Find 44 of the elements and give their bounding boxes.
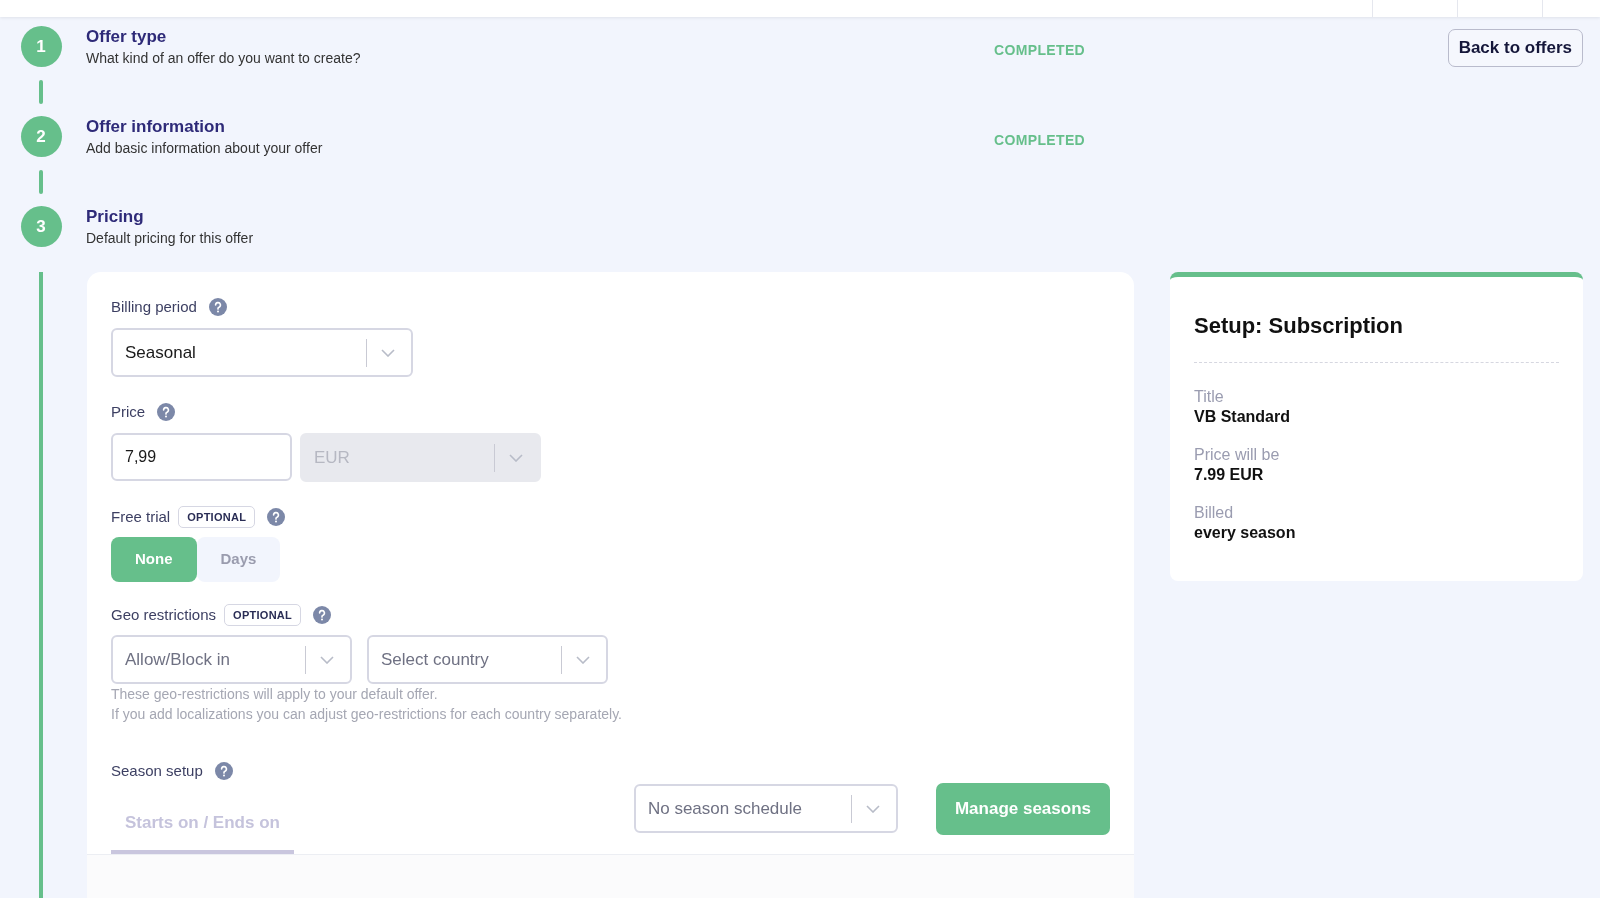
summary-value: 7.99 EUR [1194, 465, 1265, 485]
field-label: Geo restrictions [111, 604, 217, 625]
select-field[interactable]: Select country [367, 635, 608, 684]
summary-value: VB Standard [1194, 407, 1291, 427]
select-field[interactable]: Seasonal [111, 328, 413, 377]
step-subtitle: Default pricing for this offer [86, 229, 255, 248]
help-icon[interactable] [313, 606, 332, 624]
help-icon[interactable] [157, 403, 176, 421]
chevron-down-icon [381, 348, 395, 357]
trial-option[interactable]: Days [196, 537, 281, 582]
step-status: COMPLETED [994, 132, 1086, 148]
chevron-down-icon [865, 804, 880, 813]
step-status: COMPLETED [994, 42, 1086, 58]
hint-text: These geo-restrictions will apply to your default offer. [111, 685, 439, 704]
select-field[interactable]: No season schedule [633, 784, 898, 833]
chevron-down-icon [320, 655, 334, 664]
chevron-down-icon [509, 453, 523, 462]
field-label: Billing period [111, 296, 197, 317]
summary-label: Price will be [1194, 445, 1281, 465]
help-icon[interactable] [208, 298, 227, 316]
hint-text: If you add localizations you can adjust geo-restrictions for each country separately. [111, 705, 623, 724]
help-icon[interactable] [267, 508, 286, 526]
field-label: Price [111, 401, 146, 422]
step-number: 2 [20, 116, 62, 157]
step-title: Pricing [86, 206, 145, 228]
step-title: Offer information [86, 116, 226, 138]
step-title: Offer type [86, 26, 168, 48]
step-subtitle: Add basic information about your offer [86, 139, 324, 158]
price-input[interactable]: 7,99 [111, 433, 292, 481]
summary-label: Title [1194, 387, 1225, 407]
help-icon[interactable] [214, 762, 233, 781]
select-field[interactable]: Allow/Block in [111, 635, 352, 684]
summary-label: Billed [1194, 503, 1235, 523]
step-subtitle: What kind of an offer do you want to create? [86, 49, 362, 68]
field-label: Season setup [111, 761, 203, 781]
summary-title: Setup: Subscription [1194, 312, 1404, 340]
summary-value: every season [1194, 523, 1297, 543]
optional-tag: OPTIONAL [224, 603, 302, 627]
field-label: Free trial [111, 506, 171, 527]
optional-tag: OPTIONAL [178, 505, 256, 529]
chevron-down-icon [576, 655, 590, 664]
step-number: 1 [20, 26, 62, 67]
back-to-offers-button[interactable]: Back to offers [1447, 29, 1583, 67]
step-number: 3 [20, 206, 62, 247]
